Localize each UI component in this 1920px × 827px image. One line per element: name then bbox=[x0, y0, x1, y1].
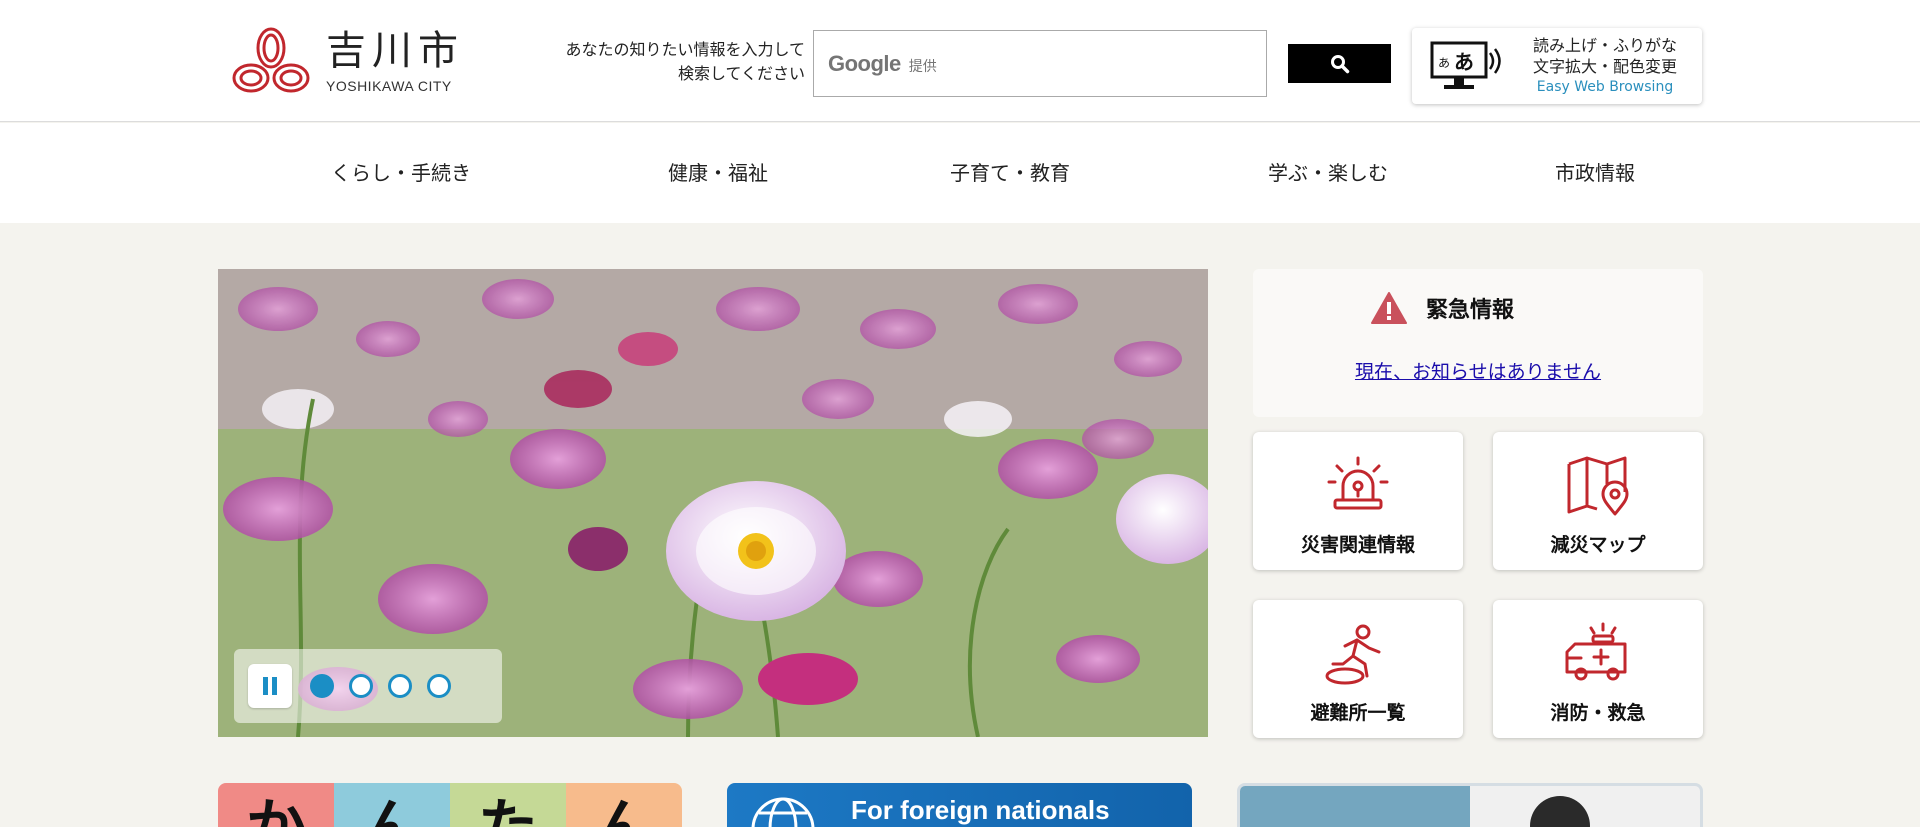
site-header: 吉川市 YOSHIKAWA CITY あなたの知りたい情報を入力して 検索してく… bbox=[0, 0, 1920, 122]
slide-dot-3[interactable] bbox=[388, 674, 412, 698]
google-provided-label: 提供 bbox=[908, 58, 937, 75]
nav-item-city-admin[interactable]: 市政情報 bbox=[1555, 157, 1635, 186]
emergency-message-link[interactable]: 現在、お知らせはありません bbox=[1253, 357, 1703, 384]
search-button[interactable] bbox=[1288, 44, 1391, 83]
tile-label: 消防・救急 bbox=[1550, 702, 1646, 724]
evacuation-runner-icon bbox=[1325, 624, 1381, 685]
emergency-title: 緊急情報 bbox=[1426, 298, 1515, 323]
warning-icon bbox=[1371, 292, 1407, 324]
hazard-map-tile[interactable]: 減災マップ bbox=[1493, 432, 1703, 570]
search-hint-line2: 検索してください bbox=[677, 64, 805, 83]
kantan-char-1: か bbox=[218, 783, 334, 827]
nav-item-health[interactable]: 健康・福祉 bbox=[668, 157, 768, 186]
emergency-info-panel: 緊急情報 現在、お知らせはありません bbox=[1253, 269, 1703, 417]
search-hint-line1: あなたの知りたい情報を入力して bbox=[565, 40, 805, 59]
site-logo[interactable]: 吉川市 YOSHIKAWA CITY bbox=[232, 26, 464, 96]
kantan-char-3: た bbox=[450, 783, 566, 827]
slide-dot-4[interactable] bbox=[427, 674, 451, 698]
shelter-list-tile[interactable]: 避難所一覧 bbox=[1253, 600, 1463, 738]
foreign-nationals-label: For foreign nationals bbox=[851, 795, 1110, 825]
slide-dot-1[interactable] bbox=[310, 674, 334, 698]
tile-label: 災害関連情報 bbox=[1300, 534, 1415, 556]
search-icon bbox=[1330, 54, 1349, 73]
hero-slideshow[interactable] bbox=[218, 269, 1208, 737]
foreign-nationals-banner[interactable]: For foreign nationals bbox=[727, 783, 1192, 827]
kantan-char-4: ん bbox=[566, 783, 682, 827]
global-nav: くらし・手続き 健康・福祉 子育て・教育 学ぶ・楽しむ 市政情報 bbox=[0, 123, 1920, 223]
promo-photo-banner[interactable] bbox=[1237, 783, 1703, 827]
globe-icon bbox=[751, 797, 815, 827]
person-photo bbox=[1530, 796, 1590, 827]
ewb-line2: 文字拡大・配色変更 bbox=[1532, 57, 1677, 76]
fire-ambulance-tile[interactable]: 消防・救急 bbox=[1493, 600, 1703, 738]
logo-title: 吉川市 bbox=[326, 28, 464, 74]
easy-web-browsing-button[interactable]: あ あ 読み上げ・ふりがな 文字拡大・配色変更 Easy Web Browsin… bbox=[1412, 28, 1702, 104]
siren-icon bbox=[1327, 456, 1389, 510]
tile-label: 減災マップ bbox=[1550, 534, 1646, 556]
ewb-english-label: Easy Web Browsing bbox=[1536, 79, 1674, 95]
search-input[interactable]: Google 提供 bbox=[813, 30, 1267, 97]
monitor-speech-icon: あ あ bbox=[1430, 41, 1501, 89]
easy-japanese-banner[interactable]: か ん た ん bbox=[218, 783, 682, 827]
kantan-char-2: ん bbox=[334, 783, 450, 827]
nav-item-learning[interactable]: 学ぶ・楽しむ bbox=[1268, 157, 1388, 186]
slide-dot-2[interactable] bbox=[349, 674, 373, 698]
pause-button[interactable] bbox=[248, 664, 292, 708]
map-pin-icon bbox=[1567, 456, 1629, 516]
tile-label: 避難所一覧 bbox=[1310, 702, 1406, 724]
search-hint: あなたの知りたい情報を入力して 検索してください bbox=[540, 38, 805, 86]
nav-item-living[interactable]: くらし・手続き bbox=[331, 157, 471, 186]
disaster-info-tile[interactable]: 災害関連情報 bbox=[1253, 432, 1463, 570]
logo-subtitle: YOSHIKAWA CITY bbox=[326, 78, 452, 94]
nav-item-childcare[interactable]: 子育て・教育 bbox=[950, 157, 1070, 186]
pause-icon bbox=[263, 677, 268, 695]
svg-text:あ: あ bbox=[1454, 50, 1474, 74]
slideshow-controls bbox=[234, 649, 502, 723]
city-emblem-icon bbox=[232, 27, 310, 93]
ewb-line1: 読み上げ・ふりがな bbox=[1532, 36, 1677, 55]
banner-background-panel bbox=[1240, 786, 1470, 827]
svg-text:あ: あ bbox=[1438, 56, 1450, 70]
google-label: Google bbox=[828, 50, 901, 76]
ambulance-icon bbox=[1565, 622, 1627, 681]
